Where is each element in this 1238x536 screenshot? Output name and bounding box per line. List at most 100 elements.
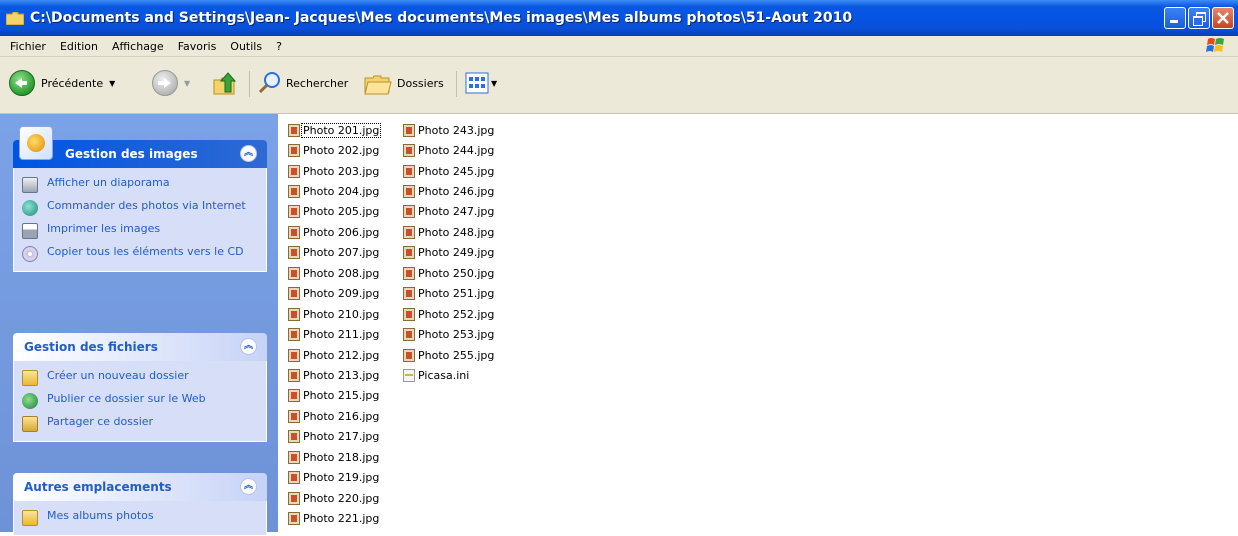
file-name: Photo 243.jpg [418,123,495,137]
list-item[interactable]: Photo 250.jpg [403,263,495,283]
search-button[interactable]: Rechercher [257,68,348,98]
jpg-file-icon [288,409,300,423]
list-item[interactable]: Photo 203.jpg [288,161,380,181]
close-button[interactable] [1212,7,1234,29]
up-folder-button[interactable] [212,68,238,98]
list-item[interactable]: Photo 212.jpg [288,345,380,365]
file-name: Photo 216.jpg [303,409,380,423]
list-item[interactable]: Picasa.ini [403,365,495,385]
task-label: Afficher un diaporama [47,176,170,189]
task-mes-albums[interactable]: Mes albums photos [22,509,258,526]
menu-edition[interactable]: Edition [53,40,105,53]
forward-button[interactable]: ▼ [152,68,190,98]
jpg-file-icon [403,348,415,362]
list-item[interactable]: Photo 255.jpg [403,345,495,365]
list-item[interactable]: Photo 208.jpg [288,263,380,283]
list-item[interactable]: Photo 209.jpg [288,284,380,304]
collapse-icon[interactable]: ︽ [240,145,257,162]
menu-favoris[interactable]: Favoris [171,40,224,53]
folder-icon [22,510,38,526]
jpg-file-icon [403,185,415,199]
list-item[interactable]: Photo 207.jpg [288,243,380,263]
list-item[interactable]: Photo 201.jpg [288,120,382,140]
list-item[interactable]: Photo 211.jpg [288,324,380,344]
list-item[interactable]: Photo 252.jpg [403,304,495,324]
list-item[interactable]: Photo 221.jpg [288,508,380,528]
group-autres-emplacements: Autres emplacements ︽ Mes albums photos [13,473,267,536]
jpg-file-icon [288,266,300,280]
list-item[interactable]: Photo 210.jpg [288,304,380,324]
list-item[interactable]: Photo 248.jpg [403,222,495,242]
jpg-file-icon [403,307,415,321]
list-item[interactable]: Photo 249.jpg [403,243,495,263]
file-name: Photo 201.jpg [300,122,382,138]
restore-button[interactable] [1188,7,1210,29]
order-prints-icon [22,200,38,216]
list-item[interactable]: Photo 244.jpg [403,140,495,160]
list-item[interactable]: Photo 213.jpg [288,365,380,385]
task-publier-web[interactable]: Publier ce dossier sur le Web [22,392,258,409]
list-item[interactable]: Photo 202.jpg [288,140,380,160]
jpg-file-icon [288,491,300,505]
file-name: Photo 207.jpg [303,246,380,260]
folder-icon [5,11,25,25]
task-partager[interactable]: Partager ce dossier [22,415,258,432]
title-bar[interactable]: C:\Documents and Settings\Jean- Jacques\… [0,0,1238,36]
list-item[interactable]: Photo 251.jpg [403,284,495,304]
group-body: Créer un nouveau dossier Publier ce doss… [13,361,267,442]
file-column-1: Photo 201.jpg Photo 202.jpg Photo 203.jp… [288,120,382,529]
jpg-file-icon [288,307,300,321]
minimize-button[interactable] [1164,7,1186,29]
menu-fichier[interactable]: Fichier [0,40,53,53]
task-commander[interactable]: Commander des photos via Internet [22,199,258,216]
list-item[interactable]: Photo 245.jpg [403,161,495,181]
list-item[interactable]: Photo 217.jpg [288,427,380,447]
list-item[interactable]: Photo 220.jpg [288,488,380,508]
group-header[interactable]: Gestion des fichiers ︽ [13,333,267,361]
file-name: Photo 217.jpg [303,430,380,444]
list-item[interactable]: Photo 219.jpg [288,467,380,487]
group-body: Afficher un diaporama Commander des phot… [13,168,267,272]
file-name: Photo 244.jpg [418,144,495,158]
menu-affichage[interactable]: Affichage [105,40,171,53]
list-item[interactable]: Photo 253.jpg [403,324,495,344]
menu-outils[interactable]: Outils [223,40,269,53]
jpg-file-icon [403,123,415,137]
task-imprimer[interactable]: Imprimer les images [22,222,258,239]
task-nouveau-dossier[interactable]: Créer un nouveau dossier [22,369,258,386]
collapse-icon[interactable]: ︽ [240,338,257,355]
cd-icon [22,246,38,262]
list-item[interactable]: Photo 205.jpg [288,202,380,222]
jpg-file-icon [288,328,300,342]
group-header[interactable]: Gestion des images ︽ [13,126,267,168]
group-header[interactable]: Autres emplacements ︽ [13,473,267,501]
views-button[interactable]: ▼ [465,68,497,98]
collapse-icon[interactable]: ︽ [240,478,257,495]
menu-help[interactable]: ? [269,40,289,53]
chevron-down-icon[interactable]: ▼ [109,79,115,88]
back-button[interactable]: Précédente ▼ [9,68,115,98]
task-copier-cd[interactable]: Copier tous les éléments vers le CD [22,245,258,262]
folders-button[interactable]: Dossiers [363,68,444,98]
list-item[interactable]: Photo 243.jpg [403,120,495,140]
list-item[interactable]: Photo 204.jpg [288,181,380,201]
jpg-file-icon [288,287,300,301]
list-item[interactable]: Photo 246.jpg [403,181,495,201]
file-list[interactable]: Photo 201.jpg Photo 202.jpg Photo 203.jp… [279,114,1238,532]
publish-web-icon [22,393,38,409]
task-diaporama[interactable]: Afficher un diaporama [22,176,258,193]
list-item[interactable]: Photo 218.jpg [288,447,380,467]
list-item[interactable]: Photo 247.jpg [403,202,495,222]
chevron-down-icon[interactable]: ▼ [491,79,497,88]
up-folder-icon [213,72,237,95]
list-item[interactable]: Photo 206.jpg [288,222,380,242]
chevron-down-icon[interactable]: ▼ [184,79,190,88]
task-pane: Gestion des images ︽ Afficher un diapora… [0,114,278,536]
file-column-2: Photo 243.jpg Photo 244.jpg Photo 245.jp… [403,120,495,386]
file-name: Photo 252.jpg [418,307,495,321]
list-item[interactable]: Photo 215.jpg [288,386,380,406]
file-name: Photo 210.jpg [303,307,380,321]
file-name: Photo 208.jpg [303,266,380,280]
list-item[interactable]: Photo 216.jpg [288,406,380,426]
jpg-file-icon [288,450,300,464]
